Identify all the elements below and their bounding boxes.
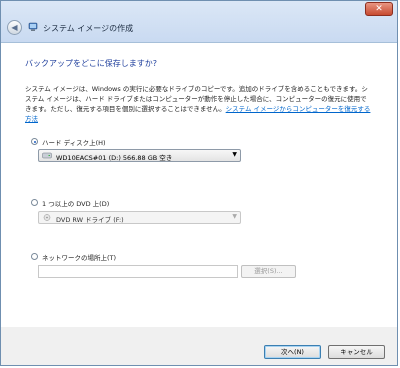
dvd-label[interactable]: 1 つ以上の DVD 上(D) — [42, 198, 109, 208]
network-path-field[interactable] — [38, 265, 238, 278]
hard-disk-dropdown[interactable]: WD10EACS#01 (D:) 566.88 GB 空き ▼ — [38, 149, 241, 162]
hard-disk-selected: WD10EACS#01 (D:) 566.88 GB 空き — [56, 154, 173, 162]
page-heading: バックアップをどこに保存しますか? — [25, 59, 158, 68]
chevron-down-icon: ▼ — [232, 151, 237, 158]
network-label[interactable]: ネットワークの場所上(T) — [42, 252, 116, 262]
dvd-drive-icon — [43, 214, 51, 221]
back-button[interactable]: ◀ — [7, 20, 22, 35]
system-image-dialog: ✕ ◀ システム イメージの作成 バックアップをどこに保存しますか? システム … — [0, 0, 398, 366]
chevron-down-icon: ▼ — [232, 213, 237, 220]
hard-disk-label[interactable]: ハード ディスク上(H) — [42, 137, 106, 147]
close-button[interactable]: ✕ — [365, 2, 393, 16]
dvd-selected: DVD RW ドライブ (F:) — [56, 216, 124, 224]
hard-disk-radio[interactable] — [31, 138, 38, 145]
cancel-button[interactable]: キャンセル — [328, 345, 385, 359]
content-area: バックアップをどこに保存しますか? システム イメージは、Windows の実行… — [1, 43, 397, 327]
hard-drive-icon — [42, 152, 52, 159]
dvd-radio[interactable] — [31, 199, 38, 206]
next-button[interactable]: 次へ(N) — [264, 345, 321, 359]
backup-app-icon — [28, 22, 38, 31]
network-radio[interactable] — [31, 253, 38, 260]
title-bar: ✕ ◀ システム イメージの作成 — [1, 1, 397, 43]
page-description: システム イメージは、Windows の実行に必要なドライブのコピーです。追加の… — [25, 84, 373, 124]
select-location-button[interactable]: 選択(S)... — [241, 265, 296, 278]
window-title: システム イメージの作成 — [43, 24, 134, 33]
dvd-dropdown[interactable]: DVD RW ドライブ (F:) ▼ — [38, 211, 241, 224]
back-arrow-icon: ◀ — [11, 23, 18, 32]
